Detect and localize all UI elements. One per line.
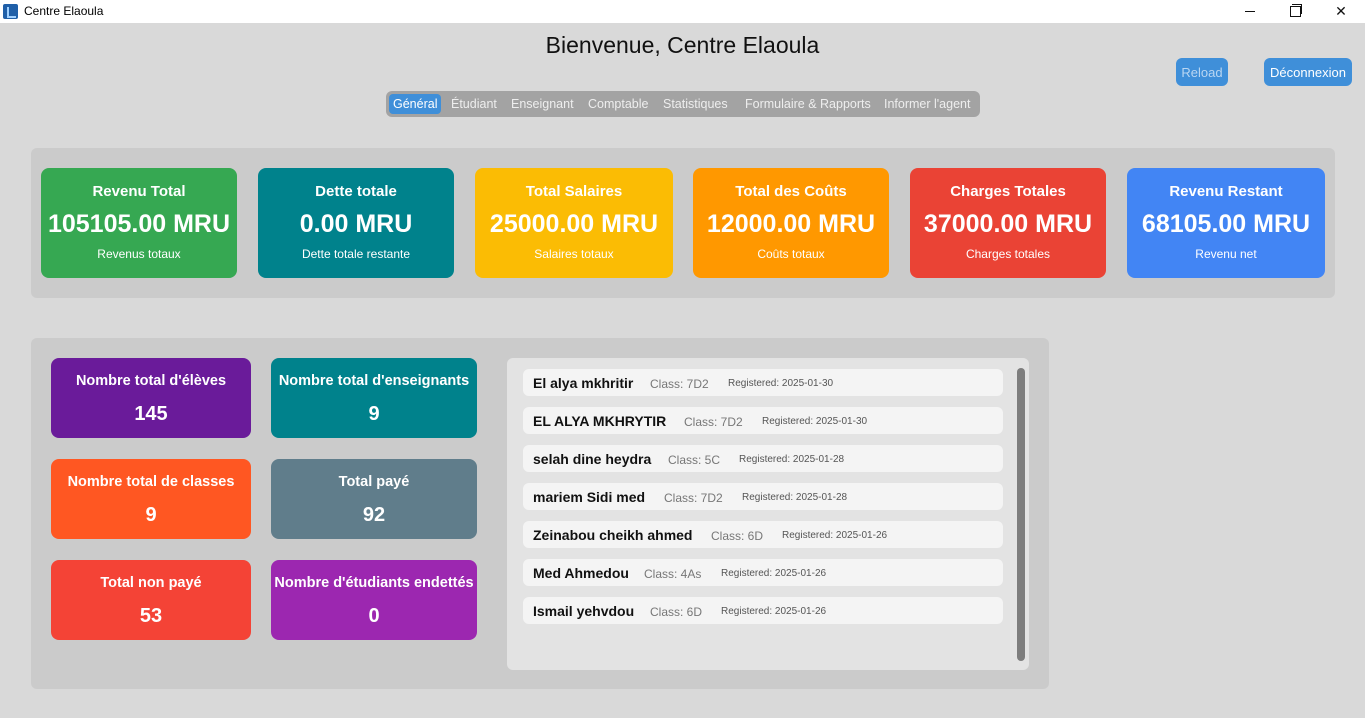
reload-button[interactable]: Reload [1176, 58, 1228, 86]
stat-value: 53 [139, 605, 163, 627]
window-title: Centre Elaoula [24, 4, 104, 18]
kpi-card-dette-totale: Dette totale 0.00 MRU Dette totale resta… [258, 168, 454, 278]
tab-etudiant[interactable]: Étudiant [447, 94, 501, 114]
student-class: Class: 6D [650, 605, 703, 619]
student-registered: Registered: 2025-01-26 [721, 568, 827, 579]
stat-card-total-enseignants: Nombre total d'enseignants 9 [271, 358, 477, 438]
tab-general[interactable]: Général [389, 94, 442, 114]
close-icon: ✕ [1335, 3, 1347, 19]
student-class: Class: 6D [711, 529, 764, 543]
minimize-icon [1245, 11, 1255, 12]
stat-card-total-non-paye: Total non payé 53 [51, 560, 251, 640]
student-class: Class: 7D2 [684, 415, 743, 429]
student-row[interactable]: Med Ahmedou Class: 4As Registered: 2025-… [523, 559, 1003, 586]
page-title: Bienvenue, Centre Elaoula [545, 32, 820, 58]
student-class: Class: 7D2 [664, 491, 723, 505]
kpi-card-revenu-restant: Revenu Restant 68105.00 MRU Revenu net [1127, 168, 1325, 278]
logout-button[interactable]: Déconnexion [1264, 58, 1352, 86]
student-registered: Registered: 2025-01-26 [721, 606, 827, 617]
student-class: Class: 7D2 [650, 377, 709, 391]
kpi-card-total-couts: Total des Coûts 12000.00 MRU Coûts totau… [693, 168, 889, 278]
student-name: EL ALYA MKHRYTIR [533, 413, 667, 429]
tab-bar: Général Étudiant Enseignant Comptable St… [386, 91, 980, 117]
stat-title: Nombre total de classes [67, 474, 235, 490]
minimize-button[interactable] [1227, 0, 1273, 23]
stat-value: 0 [368, 605, 380, 627]
student-registered: Registered: 2025-01-30 [762, 416, 868, 427]
stat-title: Nombre total d'enseignants [278, 373, 470, 389]
kpi-subtitle: Dette totale restante [301, 247, 411, 261]
stat-title: Nombre total d'élèves [75, 373, 227, 389]
stat-title: Total non payé [100, 575, 202, 591]
kpi-card-total-salaires: Total Salaires 25000.00 MRU Salaires tot… [475, 168, 673, 278]
stat-title: Total payé [338, 474, 410, 490]
kpi-value: 0.00 MRU [299, 210, 413, 238]
stat-title: Nombre d'étudiants endettés [274, 575, 474, 591]
student-class: Class: 5C [668, 453, 721, 467]
title-bar: Centre Elaoula ✕ [0, 0, 1365, 23]
kpi-title: Revenu Restant [1169, 183, 1283, 200]
kpi-title: Total des Coûts [735, 183, 847, 200]
restore-icon [1289, 4, 1302, 17]
student-registered: Registered: 2025-01-30 [728, 378, 834, 389]
stat-value: 92 [362, 504, 386, 526]
student-registered: Registered: 2025-01-26 [782, 530, 888, 541]
student-name: Zeinabou cheikh ahmed [533, 527, 693, 543]
student-name: El alya mkhritir [533, 375, 634, 391]
kpi-title: Total Salaires [525, 183, 623, 200]
kpi-value: 105105.00 MRU [47, 210, 231, 238]
student-registered: Registered: 2025-01-28 [739, 454, 845, 465]
student-class: Class: 4As [644, 567, 702, 581]
maximize-button[interactable] [1272, 0, 1318, 23]
student-row[interactable]: EL ALYA MKHRYTIR Class: 7D2 Registered: … [523, 407, 1003, 434]
kpi-card-revenu-total: Revenu Total 105105.00 MRU Revenus totau… [41, 168, 237, 278]
stat-card-total-classes: Nombre total de classes 9 [51, 459, 251, 539]
kpi-value: 12000.00 MRU [706, 210, 876, 238]
student-name: Med Ahmedou [533, 565, 629, 581]
tab-formulaire-rapports[interactable]: Formulaire & Rapports [741, 94, 875, 114]
student-name: mariem Sidi med [533, 489, 646, 505]
kpi-subtitle: Revenus totaux [97, 247, 181, 261]
stat-card-total-paye: Total payé 92 [271, 459, 477, 539]
kpi-subtitle: Coûts totaux [757, 247, 825, 261]
stat-value: 9 [368, 403, 380, 425]
student-row[interactable]: Zeinabou cheikh ahmed Class: 6D Register… [523, 521, 1003, 548]
kpi-title: Revenu Total [92, 183, 186, 200]
kpi-title: Dette totale [315, 183, 397, 200]
stat-card-total-eleves: Nombre total d'élèves 145 [51, 358, 251, 438]
stat-card-etudiants-endettes: Nombre d'étudiants endettés 0 [271, 560, 477, 640]
app-icon [3, 4, 18, 19]
student-row[interactable]: Ismail yehvdou Class: 6D Registered: 202… [523, 597, 1003, 624]
kpi-value: 25000.00 MRU [489, 210, 659, 238]
close-button[interactable]: ✕ [1318, 0, 1364, 23]
tab-enseignant[interactable]: Enseignant [507, 94, 578, 114]
kpi-value: 68105.00 MRU [1141, 210, 1311, 238]
student-name: Ismail yehvdou [533, 603, 635, 619]
student-row[interactable]: selah dine heydra Class: 5C Registered: … [523, 445, 1003, 472]
kpi-subtitle: Salaires totaux [534, 247, 614, 261]
tab-comptable[interactable]: Comptable [584, 94, 652, 114]
student-name: selah dine heydra [533, 451, 652, 467]
student-registered: Registered: 2025-01-28 [742, 492, 848, 503]
stat-value: 145 [134, 403, 168, 425]
student-row[interactable]: mariem Sidi med Class: 7D2 Registered: 2… [523, 483, 1003, 510]
kpi-value: 37000.00 MRU [923, 210, 1093, 238]
student-row[interactable]: El alya mkhritir Class: 7D2 Registered: … [523, 369, 1003, 396]
list-scrollbar[interactable] [1017, 368, 1025, 661]
kpi-subtitle: Charges totales [965, 247, 1051, 261]
kpi-title: Charges Totales [950, 183, 1066, 200]
stat-value: 9 [145, 504, 157, 526]
kpi-card-charges-totales: Charges Totales 37000.00 MRU Charges tot… [910, 168, 1106, 278]
kpi-subtitle: Revenu net [1195, 247, 1257, 261]
tab-informer-agent[interactable]: Informer l'agent [880, 94, 974, 114]
tab-statistiques[interactable]: Statistiques [659, 94, 732, 114]
